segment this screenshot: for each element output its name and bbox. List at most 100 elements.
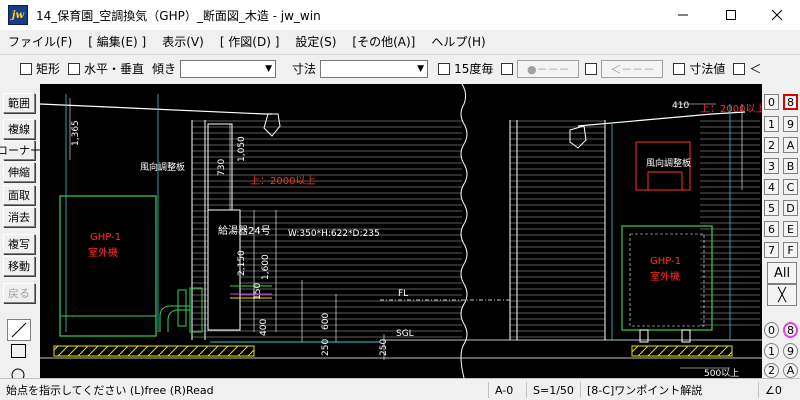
- maximize-icon: [726, 10, 736, 20]
- layer-6-button[interactable]: 6: [764, 221, 779, 237]
- menu-help[interactable]: ヘルプ(H): [423, 33, 493, 50]
- layer-2-button[interactable]: 2: [764, 137, 779, 153]
- corner-button[interactable]: コーナー: [0, 140, 41, 160]
- layer-5-button[interactable]: 5: [764, 200, 779, 216]
- fan-label-right: 風向調整板: [646, 157, 691, 169]
- circle-tool[interactable]: [7, 363, 31, 378]
- layer-group-d-button[interactable]: D: [783, 200, 798, 216]
- line-tool-icon: [11, 322, 27, 338]
- deg15-label: 15度毎: [454, 62, 494, 76]
- dim-500-label: 500以上: [704, 368, 739, 378]
- line-tool[interactable]: [7, 319, 31, 341]
- height-note-right: 上：2000以上: [700, 103, 762, 115]
- minimize-icon: [678, 14, 688, 16]
- sgl-label: SGL: [396, 329, 414, 339]
- status-bar: 始点を指示してください (L)free (R)Read A-0 S=1/50 […: [0, 378, 800, 400]
- menu-other[interactable]: [その他(A)]: [344, 33, 423, 50]
- status-layer[interactable]: A-0: [488, 382, 524, 398]
- erase-button[interactable]: 消去: [3, 207, 35, 227]
- tilt-label: 傾き: [152, 62, 177, 76]
- dot-line-button[interactable]: ●－－－: [517, 59, 580, 78]
- ground-hatch-right: [631, 345, 733, 357]
- status-angle[interactable]: ∠0: [758, 382, 798, 398]
- menu-file[interactable]: ファイル(F): [0, 33, 80, 50]
- layer-1-button[interactable]: 1: [764, 116, 779, 132]
- hv-checkbox[interactable]: 水平・垂直: [68, 60, 144, 77]
- group-a-button[interactable]: A: [783, 363, 798, 378]
- rect-label: 矩形: [36, 62, 61, 76]
- menu-settings[interactable]: 設定(S): [287, 33, 344, 50]
- layer-group-c-button[interactable]: C: [783, 179, 798, 195]
- lt-check-box[interactable]: [733, 62, 746, 75]
- layer-4-button[interactable]: 4: [764, 179, 779, 195]
- dot-checkbox[interactable]: [501, 62, 514, 75]
- arrow-line-button[interactable]: ＜－－－: [601, 59, 664, 78]
- ground-hatch-left: [53, 345, 255, 357]
- rect-checkbox[interactable]: 矩形: [20, 60, 60, 77]
- lt-checkbox[interactable]: ＜: [733, 60, 761, 77]
- dim-1365-label: 1,365: [71, 120, 81, 146]
- dim-2150-label: 2,150: [237, 250, 247, 276]
- rect-check-box[interactable]: [20, 62, 32, 75]
- undo-button[interactable]: 戻る: [3, 283, 35, 303]
- layer-3-button[interactable]: 3: [764, 158, 779, 174]
- dim-410-label: 410: [672, 101, 689, 111]
- group-1-button[interactable]: 1: [764, 343, 779, 359]
- roof-left: [40, 103, 272, 115]
- dimval-checkbox[interactable]: 寸法値: [673, 60, 725, 77]
- close-icon: [771, 9, 783, 21]
- rect-tool[interactable]: [7, 341, 31, 363]
- layer-0-button[interactable]: 0: [764, 94, 779, 110]
- drawing-canvas[interactable]: 1,365 風向調整板 1,050 730 上：2000以上 給湯器24号 W:…: [40, 84, 762, 378]
- group-0-button[interactable]: 0: [764, 322, 779, 338]
- dim-730-label: 730: [217, 159, 227, 176]
- range-button[interactable]: 範囲: [3, 93, 35, 113]
- hv-check-box[interactable]: [68, 62, 81, 75]
- group-8-button[interactable]: 8: [783, 322, 798, 338]
- menu-edit[interactable]: [ 編集(E) ]: [80, 33, 154, 50]
- group-2-button[interactable]: 2: [764, 363, 779, 378]
- lt-label: ＜: [749, 62, 762, 76]
- height-note-left: 上：2000以上: [250, 175, 315, 187]
- app-window: jw 14_保育園_空調換気（GHP）_断面図_木造 - jw_win ファイル…: [0, 0, 800, 400]
- all-layers-button[interactable]: All: [767, 262, 797, 284]
- deg15-check-box[interactable]: [438, 62, 451, 75]
- dim-250b-label: 250: [379, 339, 389, 356]
- dim-1600-label: 1,600: [261, 254, 271, 280]
- status-scale[interactable]: S=1/50: [526, 382, 578, 398]
- layer-group-f-button[interactable]: F: [783, 242, 798, 258]
- unit-label-left: 室外機: [88, 246, 118, 259]
- stretch-button[interactable]: 伸縮: [3, 162, 35, 182]
- command-panel: 範囲 複線 コーナー 伸縮 面取 消去 複写 移動 戻る: [0, 84, 41, 378]
- layer-group-8-button[interactable]: 8: [783, 94, 798, 110]
- dimval-label: 寸法値: [689, 62, 726, 76]
- dimval-check-box[interactable]: [673, 62, 686, 75]
- chamfer-button[interactable]: 面取: [3, 185, 35, 205]
- layer-group-9-button[interactable]: 9: [783, 116, 798, 132]
- arrow-checkbox[interactable]: [585, 62, 598, 75]
- minimize-button[interactable]: [660, 0, 706, 30]
- layer-group-a-button[interactable]: A: [783, 137, 798, 153]
- heater-size-label: W:350*H:622*D:235: [288, 229, 380, 239]
- menu-draw[interactable]: [ 作図(D) ]: [212, 33, 288, 50]
- tilt-combo[interactable]: ▼: [180, 59, 277, 78]
- offset-line-button[interactable]: 複線: [3, 119, 35, 139]
- copy-button[interactable]: 複写: [3, 234, 35, 254]
- layer-cross-button[interactable]: ╳: [767, 284, 797, 306]
- status-help[interactable]: [8-C]ワンポイント解説: [580, 382, 730, 398]
- maximize-button[interactable]: [708, 0, 754, 30]
- dim-600-label: 600: [321, 313, 331, 330]
- unit-label-right: 室外機: [650, 270, 680, 283]
- move-button[interactable]: 移動: [3, 256, 35, 276]
- layer-7-button[interactable]: 7: [764, 242, 779, 258]
- rect-tool-icon: [11, 344, 26, 358]
- dim-150-label: 150: [253, 283, 263, 300]
- group-9-button[interactable]: 9: [783, 343, 798, 359]
- deg15-checkbox[interactable]: 15度毎: [438, 60, 493, 77]
- dim-combo[interactable]: ▼: [320, 59, 429, 78]
- menu-view[interactable]: 表示(V): [154, 33, 212, 50]
- layer-group-e-button[interactable]: E: [783, 221, 798, 237]
- layer-group-b-button[interactable]: B: [783, 158, 798, 174]
- close-button[interactable]: [754, 0, 800, 30]
- fl-label: FL: [398, 289, 408, 299]
